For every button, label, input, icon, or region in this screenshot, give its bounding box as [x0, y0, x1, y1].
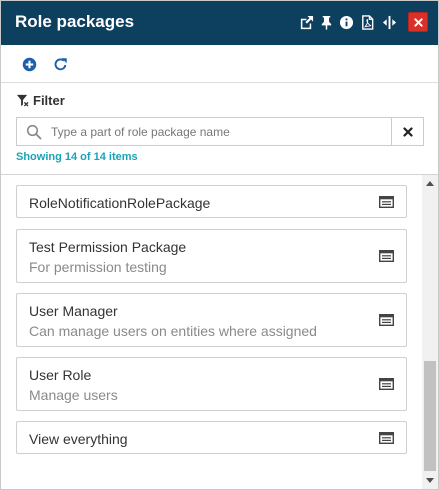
details-icon[interactable] — [379, 378, 394, 390]
toolbar — [1, 45, 438, 83]
item-count-label: Showing 14 of 14 items — [16, 151, 138, 163]
clear-search-button[interactable] — [391, 117, 424, 146]
item-description: Manage users — [29, 387, 118, 403]
add-button[interactable] — [19, 54, 39, 74]
item-description: Can manage users on entities where assig… — [29, 323, 317, 339]
refresh-icon — [54, 57, 67, 70]
list-item[interactable]: RoleNotificationRolePackage — [16, 185, 407, 218]
filter-section: Filter Showing 14 of 14 items — [1, 84, 438, 174]
details-icon[interactable] — [379, 196, 394, 208]
add-icon — [22, 57, 36, 71]
search-box — [16, 117, 392, 146]
list-item[interactable]: User Manager Can manage users on entitie… — [16, 293, 407, 347]
filter-heading: Filter — [16, 93, 65, 108]
filter-icon — [16, 94, 29, 107]
resize-icon[interactable] — [381, 12, 397, 32]
search-input[interactable] — [51, 122, 381, 142]
item-name: Test Permission Package — [29, 239, 187, 255]
close-icon — [402, 126, 413, 137]
search-icon — [26, 124, 42, 140]
refresh-button[interactable] — [50, 54, 70, 74]
scroll-down-arrow-icon[interactable] — [426, 478, 434, 483]
external-link-icon[interactable] — [298, 12, 314, 32]
info-icon[interactable] — [338, 12, 354, 32]
role-package-list: RoleNotificationRolePackage Test Permiss… — [1, 175, 421, 489]
pin-icon[interactable] — [318, 12, 334, 32]
scrollbar[interactable] — [422, 175, 438, 489]
item-name: RoleNotificationRolePackage — [29, 195, 211, 211]
scroll-up-arrow-icon[interactable] — [426, 181, 434, 186]
close-button[interactable] — [408, 12, 428, 32]
details-icon[interactable] — [379, 432, 394, 444]
role-packages-panel: Role packages Filter Type a part of role… — [0, 0, 439, 490]
list-item[interactable]: View everything — [16, 421, 407, 454]
filter-label: Filter — [33, 93, 65, 108]
details-icon[interactable] — [379, 314, 394, 326]
panel-title: Role packages — [15, 12, 135, 31]
close-icon — [413, 17, 423, 27]
scroll-thumb[interactable] — [424, 361, 436, 471]
title-bar: Role packages — [1, 1, 438, 45]
item-name: User Manager — [29, 303, 118, 319]
item-name: View everything — [29, 431, 128, 447]
item-name: User Role — [29, 367, 92, 383]
list-item[interactable]: Test Permission Package For permission t… — [16, 229, 407, 283]
details-icon[interactable] — [379, 250, 394, 262]
pdf-icon[interactable] — [359, 12, 375, 32]
item-description: For permission testing — [29, 259, 167, 275]
list-item[interactable]: User Role Manage users — [16, 357, 407, 411]
